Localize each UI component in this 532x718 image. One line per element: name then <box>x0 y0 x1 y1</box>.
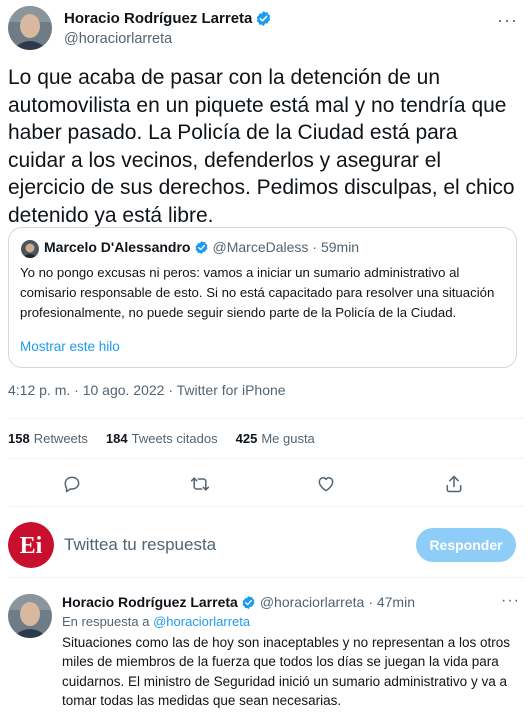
quotes-stat[interactable]: 184 Tweets citados <box>106 431 218 446</box>
reply-button[interactable]: Responder <box>416 528 516 562</box>
quotes-label: Tweets citados <box>131 431 218 446</box>
verified-badge-icon <box>257 11 271 26</box>
reply-tweet[interactable]: Horacio Rodríguez Larreta @horaciorlarre… <box>0 588 532 718</box>
quoted-author-avatar <box>21 240 39 258</box>
author-handle[interactable]: @horaciorlarreta <box>64 31 172 47</box>
reply-composer: Ei Twittea tu respuesta Responder <box>0 518 532 574</box>
divider <box>8 458 524 459</box>
ei-logo-avatar: Ei <box>8 522 54 568</box>
author-name[interactable]: Horacio Rodríguez Larreta <box>64 10 252 27</box>
divider <box>8 506 524 507</box>
tweet-timestamp[interactable]: 4:12 p. m. · 10 ago. 2022 · Twitter for … <box>8 382 286 398</box>
show-thread-link[interactable]: Mostrar este hilo <box>20 339 120 354</box>
reply-author-handle[interactable]: @horaciorlarreta <box>260 594 364 610</box>
reply-author-avatar[interactable] <box>8 594 52 638</box>
quoted-tweet-time: · 59min <box>312 239 360 255</box>
reply-input[interactable]: Twittea tu respuesta <box>64 535 216 555</box>
reply-icon[interactable] <box>58 470 86 498</box>
tweet-stats: 158 Retweets 184 Tweets citados 425 Me gust… <box>8 431 333 446</box>
ellipsis-icon[interactable]: ··· <box>497 10 518 31</box>
reply-tweet-text: Situaciones como las de hoy son inacepta… <box>62 635 511 709</box>
in-reply-handle-link[interactable]: @horaciorlarreta <box>153 614 250 629</box>
tweet-text: Lo que acaba de pasar con la detención d… <box>8 66 515 227</box>
in-reply-prefix: En respuesta a <box>62 614 150 629</box>
divider <box>8 577 524 578</box>
retweets-stat[interactable]: 158 Retweets <box>8 431 88 446</box>
like-icon[interactable] <box>312 470 340 498</box>
quoted-tweet-text: Yo no pongo excusas ni peros: vamos a in… <box>20 265 495 320</box>
likes-count: 425 <box>235 431 258 446</box>
share-icon[interactable] <box>440 470 468 498</box>
quoted-tweet-card[interactable]: Marcelo D'Alessandro @MarceDaless · 59mi… <box>8 227 517 368</box>
likes-stat[interactable]: 425 Me gusta <box>236 431 315 446</box>
retweets-label: Retweets <box>33 431 88 446</box>
verified-badge-icon <box>242 595 255 609</box>
quoted-author-name: Marcelo D'Alessandro <box>44 239 191 255</box>
quotes-count: 184 <box>105 431 128 446</box>
ei-logo-text: Ei <box>20 533 43 559</box>
main-tweet-header: Horacio Rodríguez Larreta @horaciorlarre… <box>8 6 524 58</box>
retweet-icon[interactable] <box>186 470 214 498</box>
tweet-action-bar <box>0 470 532 498</box>
divider <box>8 418 524 419</box>
retweets-count: 158 <box>8 431 30 446</box>
likes-label: Me gusta <box>261 431 315 446</box>
reply-author-name[interactable]: Horacio Rodríguez Larreta <box>62 594 238 610</box>
ellipsis-icon[interactable]: ··· <box>501 592 520 610</box>
author-avatar[interactable] <box>8 6 52 50</box>
in-reply-to: En respuesta a @horaciorlarreta <box>62 614 250 629</box>
verified-badge-icon <box>195 240 207 254</box>
reply-tweet-time[interactable]: · 47min <box>368 594 415 610</box>
quoted-author-handle: @MarceDaless <box>212 239 309 255</box>
